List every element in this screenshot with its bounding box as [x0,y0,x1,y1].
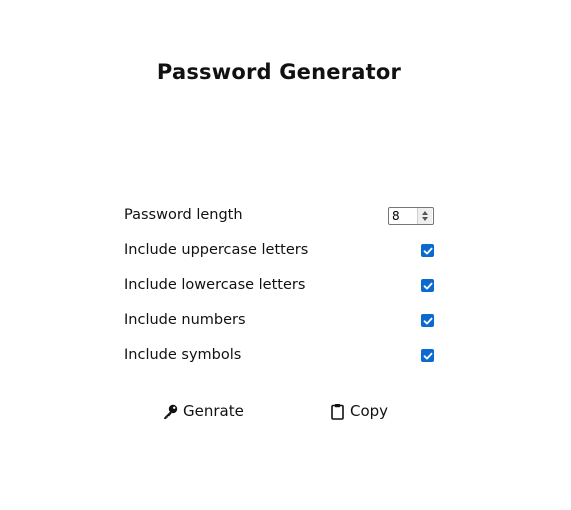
symbols-checkbox[interactable] [421,349,434,362]
option-row-length: Password length 8 [124,198,436,233]
password-length-value[interactable]: 8 [389,209,417,223]
length-spinner[interactable] [417,207,432,224]
checkmark-icon [423,317,432,324]
option-row-symbols: Include symbols [124,338,436,373]
copy-button-label: Copy [350,402,389,420]
copy-button[interactable]: Copy [329,400,388,422]
lowercase-label: Include lowercase letters [124,277,306,293]
symbols-label: Include symbols [124,347,242,363]
page-title: Password Generator [156,60,402,84]
option-row-lowercase: Include lowercase letters [124,268,436,303]
uppercase-checkbox[interactable] [421,244,434,257]
option-row-uppercase: Include uppercase letters [124,233,436,268]
password-length-label: Password length [124,207,243,223]
password-generator-page: Password Generator Password length 8 Inc… [0,0,571,510]
checkmark-icon [423,247,432,254]
uppercase-label: Include uppercase letters [124,242,309,258]
option-row-numbers: Include numbers [124,303,436,338]
generate-button-label: Genrate [183,402,244,420]
password-length-input[interactable]: 8 [388,206,434,225]
lowercase-checkbox[interactable] [421,279,434,292]
key-icon [162,403,179,420]
generate-button[interactable]: Genrate [162,400,244,422]
checkmark-icon [423,352,432,359]
spinner-up-icon[interactable] [422,210,428,215]
numbers-label: Include numbers [124,312,246,328]
clipboard-icon [329,403,346,420]
numbers-checkbox[interactable] [421,314,434,327]
spinner-down-icon[interactable] [422,216,428,221]
checkmark-icon [423,282,432,289]
options-panel: Password length 8 Include uppercase lett… [124,198,436,373]
